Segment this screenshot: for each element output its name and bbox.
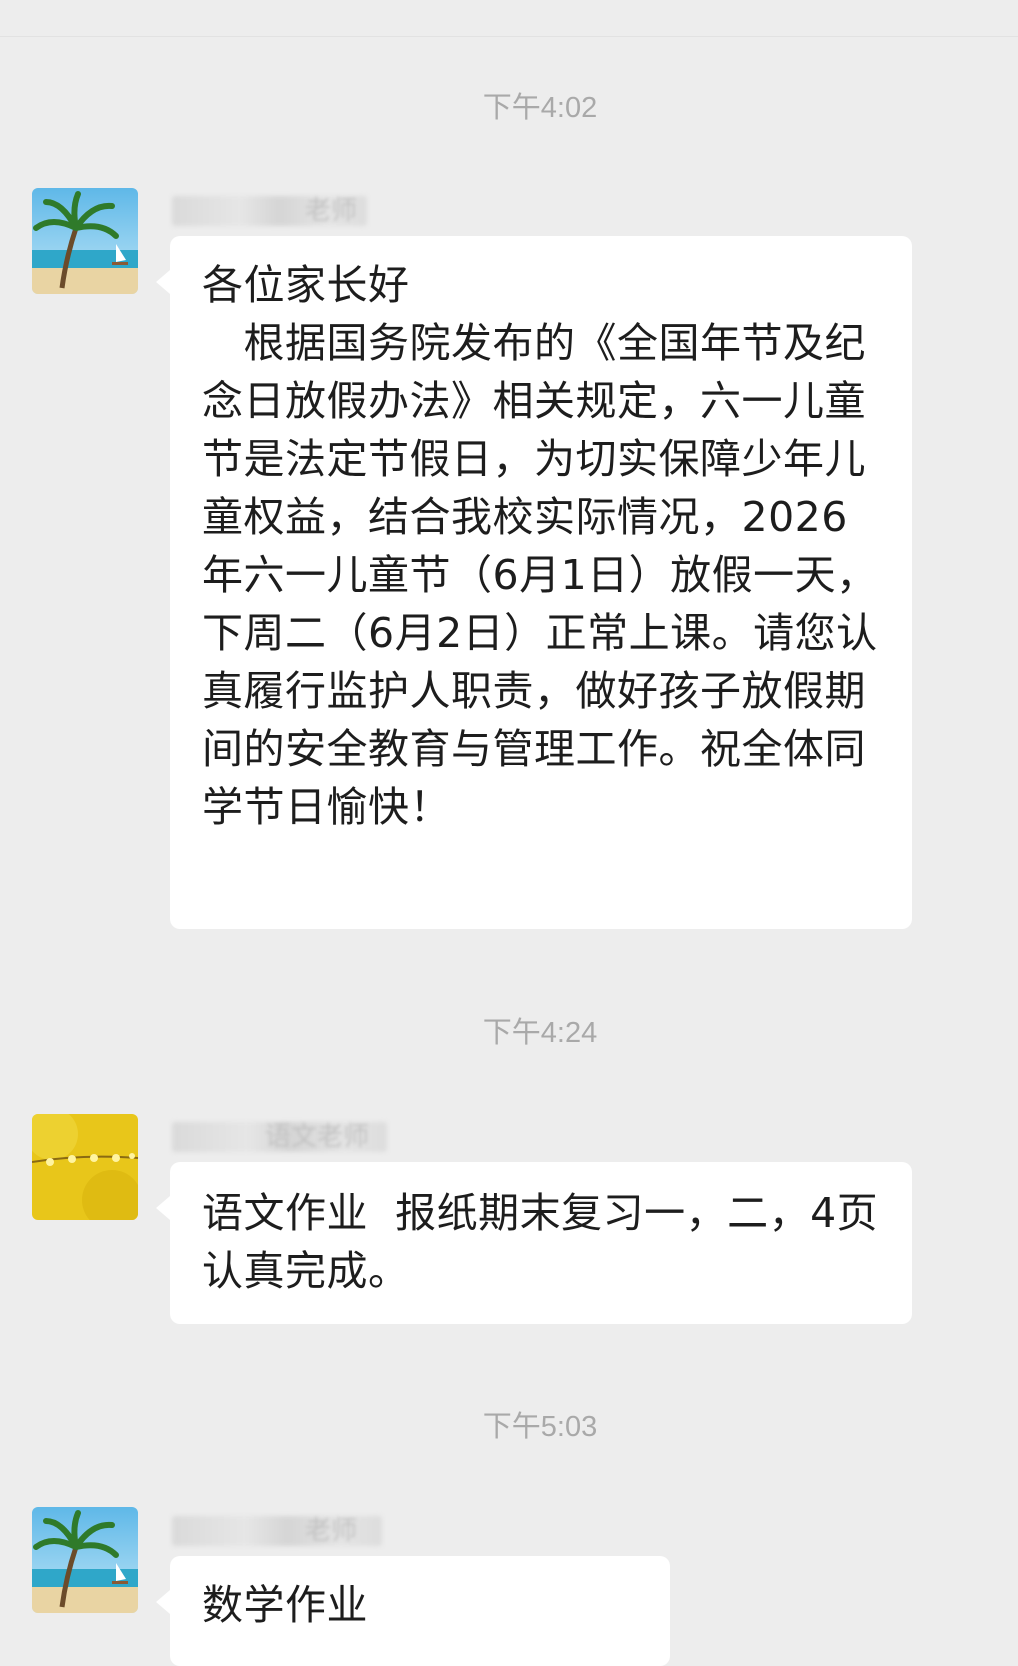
message-text: 语文作业 报纸期末复习一，二，4页认真完成。 (202, 1189, 879, 1295)
sender-name: 老师 (305, 196, 358, 226)
message-bubble[interactable]: 各位家长好 根据国务院发布的《全国年节及纪念日放假办法》相关规定，六一儿童节是法… (156, 236, 912, 929)
sender-avatar[interactable] (32, 188, 138, 294)
timestamp: 下午4:24 (482, 1017, 598, 1049)
message-text: 各位家长好 根据国务院发布的《全国年节及纪念日放假办法》相关规定，六一儿童节是法… (202, 261, 878, 831)
sender-name: 语文老师 (265, 1122, 370, 1152)
yellow-flowers-icon (32, 1114, 138, 1220)
sender-avatar[interactable] (32, 1114, 138, 1220)
beach-palm-icon (32, 188, 138, 294)
sender-name: 老师 (305, 1516, 358, 1546)
timestamp: 下午5:03 (482, 1411, 598, 1443)
timestamp: 下午4:02 (482, 92, 598, 124)
sender-avatar[interactable] (32, 1507, 138, 1613)
top-divider (0, 36, 1018, 37)
beach-palm-icon (32, 1507, 138, 1613)
message-bubble[interactable]: 数学作业 (156, 1556, 670, 1666)
message-text: 数学作业 (202, 1581, 368, 1629)
message-bubble[interactable]: 语文作业 报纸期末复习一，二，4页认真完成。 (156, 1162, 912, 1324)
